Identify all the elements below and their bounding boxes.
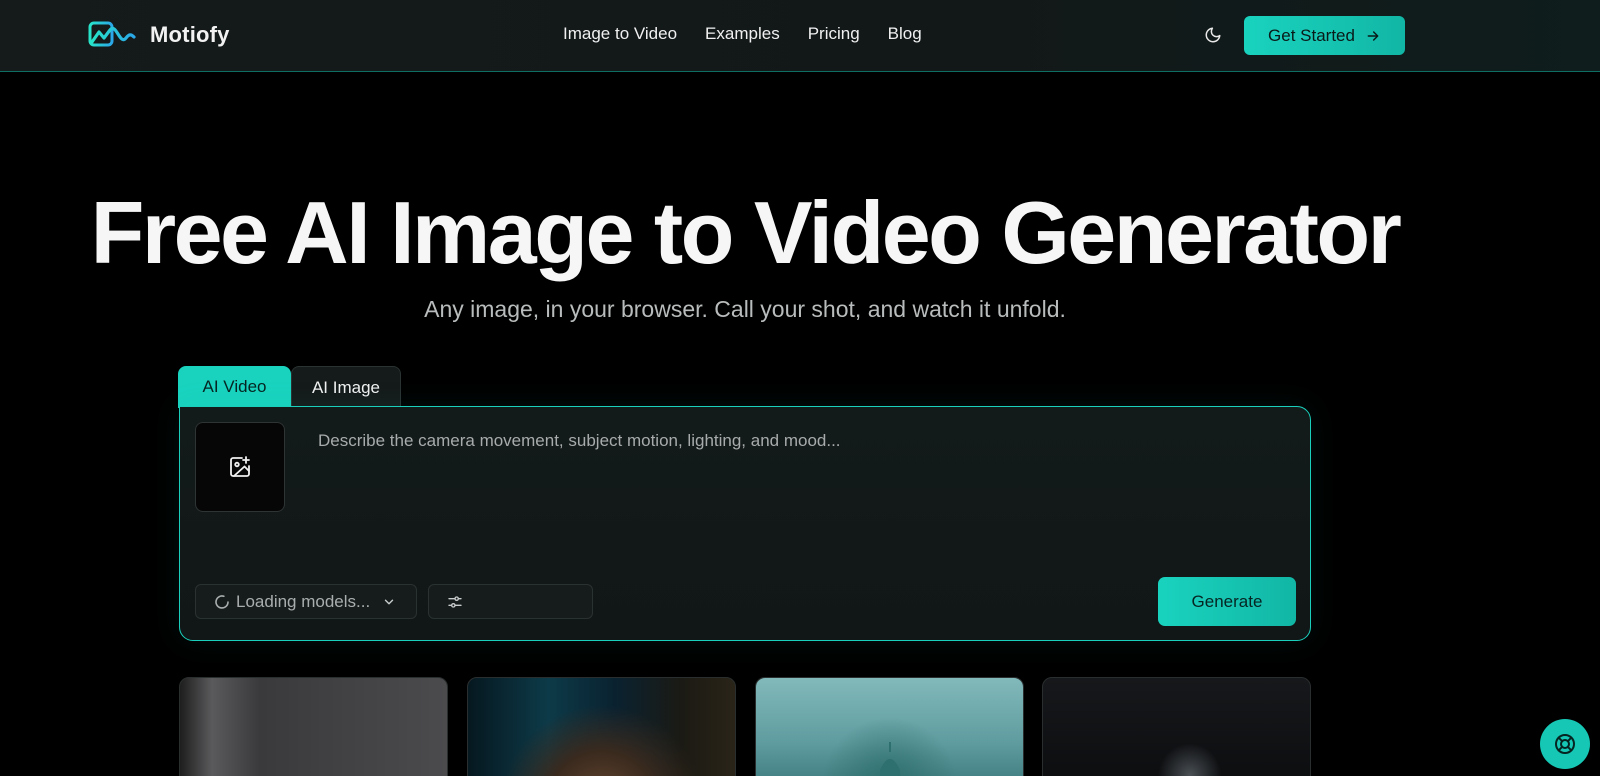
site-header: Motiofy Image to Video Examples Pricing … xyxy=(0,0,1600,72)
sliders-icon xyxy=(448,595,462,608)
theme-toggle-button[interactable] xyxy=(1200,22,1226,48)
example-thumbnail[interactable] xyxy=(755,677,1024,776)
main-nav: Image to Video Examples Pricing Blog xyxy=(563,24,922,44)
get-started-label: Get Started xyxy=(1268,25,1355,45)
moon-icon xyxy=(1205,27,1221,43)
settings-button[interactable] xyxy=(428,584,593,619)
page-title: Free AI Image to Video Generator xyxy=(90,183,1402,282)
brand-name: Motiofy xyxy=(150,22,230,47)
model-select[interactable]: Loading models... xyxy=(195,584,417,619)
prompt-input[interactable] xyxy=(318,431,1278,551)
nav-examples[interactable]: Examples xyxy=(705,24,780,44)
nav-blog[interactable]: Blog xyxy=(888,24,922,44)
nav-pricing[interactable]: Pricing xyxy=(808,24,860,44)
chevron-down-icon xyxy=(385,599,394,604)
image-upload-button[interactable] xyxy=(195,422,285,512)
dome-graphic xyxy=(880,742,900,776)
example-thumbnail[interactable] xyxy=(179,677,448,776)
example-thumbnail[interactable] xyxy=(1042,677,1311,776)
nav-image-to-video[interactable]: Image to Video xyxy=(563,24,677,44)
logo-icon xyxy=(88,21,136,47)
spinner-icon xyxy=(215,594,229,609)
tab-ai-image[interactable]: AI Image xyxy=(291,366,401,408)
get-started-button[interactable]: Get Started xyxy=(1244,16,1405,55)
image-plus-icon xyxy=(230,456,250,477)
prompt-composer: Loading models... Generate xyxy=(179,406,1311,641)
brand-logo[interactable]: Motiofy xyxy=(88,20,230,50)
generate-button[interactable]: Generate xyxy=(1158,577,1296,626)
help-button[interactable] xyxy=(1540,719,1590,769)
tab-ai-video[interactable]: AI Video xyxy=(178,366,291,408)
arrow-right-icon xyxy=(1367,30,1379,41)
lifebuoy-icon xyxy=(1555,734,1575,754)
page-subtitle: Any image, in your browser. Call your sh… xyxy=(424,296,1066,322)
model-select-label: Loading models... xyxy=(236,591,371,611)
example-thumbnail[interactable] xyxy=(467,677,736,776)
